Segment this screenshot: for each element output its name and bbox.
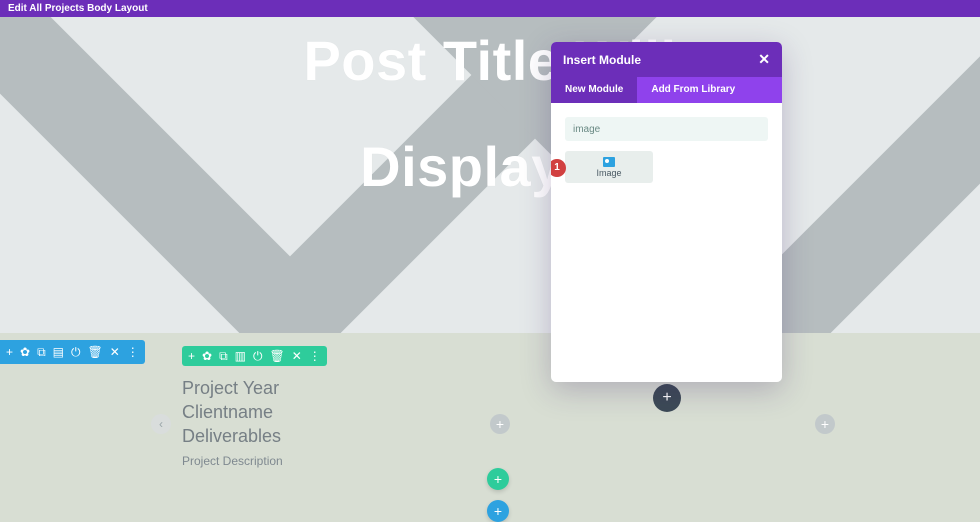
trash-icon[interactable]: 🗑: [88, 346, 103, 358]
project-text-module[interactable]: Project Year Clientname Deliverables Pro…: [182, 376, 283, 468]
close-icon[interactable]: ✕: [758, 51, 770, 68]
insert-module-modal: Insert Module ✕ New Module Add From Libr…: [551, 42, 782, 382]
column-add-placeholder[interactable]: +: [490, 414, 510, 434]
modal-header: Insert Module ✕: [551, 42, 782, 77]
add-icon[interactable]: +: [188, 350, 195, 362]
close-icon[interactable]: ✕: [292, 350, 302, 362]
builder-topbar: Edit All Projects Body Layout: [0, 0, 980, 17]
modal-title: Insert Module: [563, 53, 641, 67]
power-icon[interactable]: ⏻: [71, 346, 81, 358]
modal-tabs: New Module Add From Library: [551, 77, 782, 103]
display-subtitle: Display H: [0, 134, 980, 199]
project-description: Project Description: [182, 454, 283, 468]
duplicate-icon[interactable]: ⧉: [37, 346, 46, 358]
row-toolbar[interactable]: + ✿ ⧉ ▥ ⏻ 🗑 ✕ ⋮: [182, 346, 327, 366]
row-left-handle[interactable]: ‹: [151, 414, 171, 434]
step-badge: 1: [551, 159, 566, 177]
column-add-placeholder[interactable]: +: [815, 414, 835, 434]
topbar-title: Edit All Projects Body Layout: [8, 3, 148, 14]
tab-new-module[interactable]: New Module: [551, 77, 637, 103]
post-title-placeholder: Post Title Will: [0, 28, 980, 93]
columns-icon[interactable]: ▥: [235, 350, 246, 362]
modal-body: 1 Image: [551, 103, 782, 197]
hero-section: Post Title Will Display H: [0, 0, 980, 333]
gear-icon[interactable]: ✿: [202, 350, 212, 362]
more-icon[interactable]: ⋮: [309, 350, 321, 362]
tab-add-from-library[interactable]: Add From Library: [637, 77, 749, 103]
trash-icon[interactable]: 🗑: [270, 350, 285, 362]
save-icon[interactable]: ▤: [53, 346, 64, 358]
power-icon[interactable]: ⏻: [253, 350, 263, 362]
module-grid: 1 Image: [565, 151, 768, 183]
module-item-label: Image: [596, 168, 621, 178]
module-search-input[interactable]: [565, 117, 768, 141]
more-icon[interactable]: ⋮: [127, 346, 139, 358]
add-row-button[interactable]: +: [487, 468, 509, 490]
add-module-button[interactable]: +: [653, 384, 681, 412]
project-client: Clientname: [182, 400, 283, 424]
project-deliverables: Deliverables: [182, 424, 283, 448]
close-icon[interactable]: ✕: [110, 346, 120, 358]
add-icon[interactable]: +: [6, 346, 13, 358]
gear-icon[interactable]: ✿: [20, 346, 30, 358]
project-year: Project Year: [182, 376, 283, 400]
module-item-image[interactable]: 1 Image: [565, 151, 653, 183]
image-icon: [603, 157, 615, 167]
duplicate-icon[interactable]: ⧉: [219, 350, 228, 362]
section-toolbar[interactable]: + ✿ ⧉ ▤ ⏻ 🗑 ✕ ⋮: [0, 340, 145, 364]
